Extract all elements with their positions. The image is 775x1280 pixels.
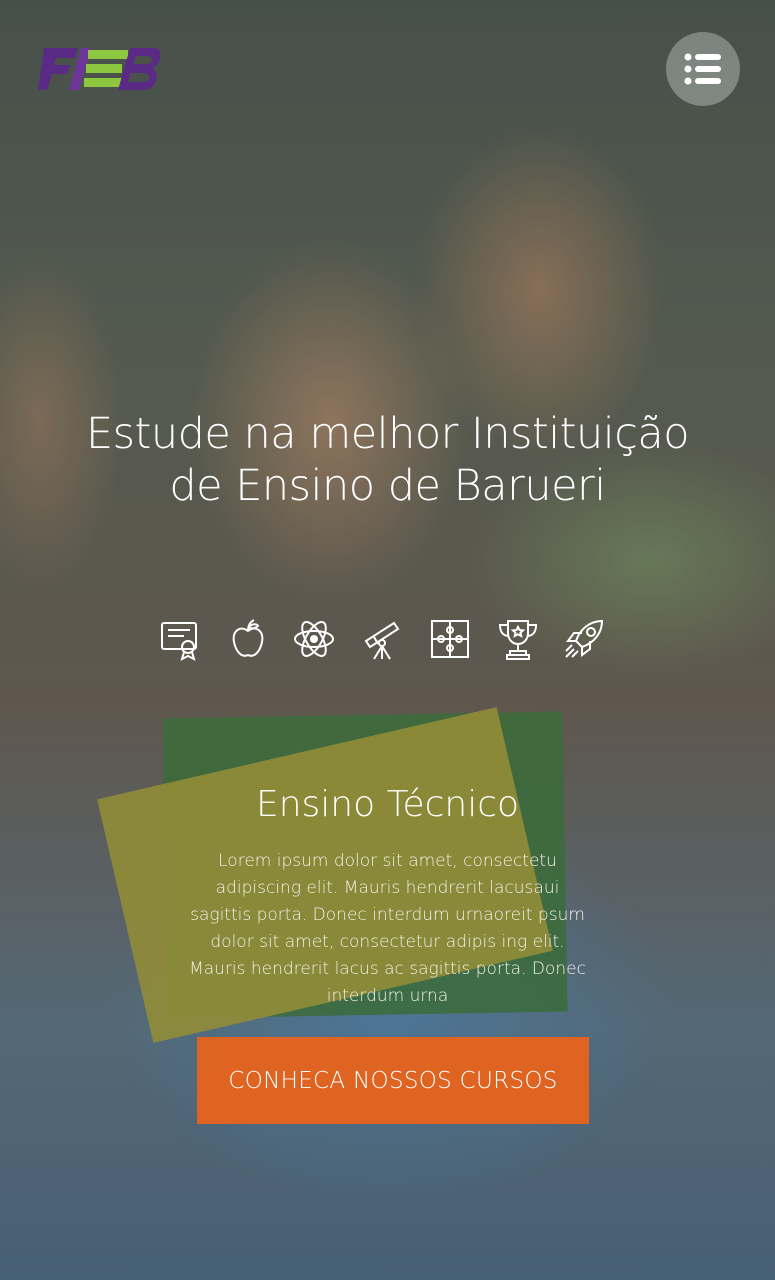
hero-headline-line-1: Estude na melhor Instituição <box>85 409 690 459</box>
hero-headline: Estude na melhor Instituição de Ensino d… <box>40 408 735 512</box>
rocket-icon <box>565 619 604 658</box>
trophy-icon <box>498 620 538 660</box>
menu-button[interactable] <box>666 32 740 106</box>
atom-icon <box>294 621 334 657</box>
fieb-logo-mark <box>38 48 161 90</box>
certificate-icon <box>161 622 197 661</box>
section-description: Lorem ipsum dolor sit amet, consectetu a… <box>189 851 586 1006</box>
puzzle-icon <box>431 620 469 658</box>
feature-icons-row <box>158 617 618 661</box>
apple-icon <box>232 619 264 657</box>
list-icon <box>684 53 721 85</box>
courses-cta-button[interactable]: CONHECA NOSSOS CURSOS <box>197 1037 589 1124</box>
section-title: Ensino Técnico <box>255 784 520 825</box>
telescope-icon <box>364 621 400 660</box>
fieb-logo[interactable] <box>38 46 162 92</box>
hero-headline-line-2: de Ensino de Barueri <box>169 461 606 511</box>
